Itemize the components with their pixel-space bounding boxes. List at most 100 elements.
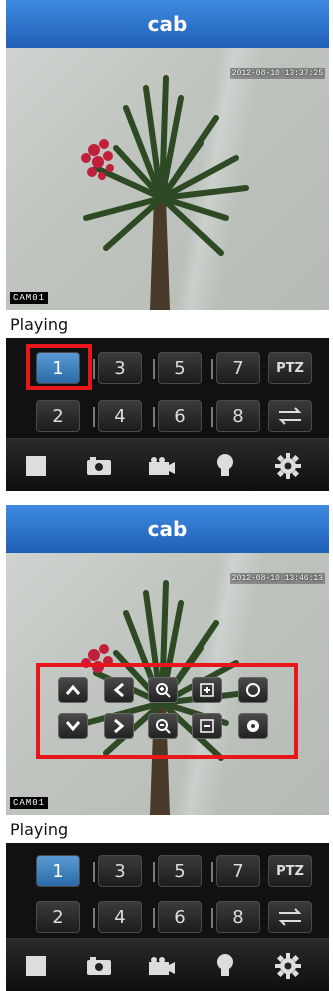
channel-grid: 1 3 5 7 PTZ 2 4 6 8 [6, 843, 329, 938]
channel-button-3[interactable]: 3 [93, 855, 142, 887]
ptz-iris-close-button[interactable] [238, 713, 268, 739]
channel-button-6[interactable]: 6 [153, 901, 202, 933]
channel-label: 7 [232, 860, 244, 882]
zoom-out-icon [156, 719, 171, 734]
channel-button-5[interactable]: 5 [153, 855, 202, 887]
ptz-down-button[interactable] [58, 713, 88, 739]
app-title: cab [147, 517, 188, 541]
iris-open-icon [246, 683, 260, 697]
app-title: cab [147, 12, 188, 36]
channel-label: 3 [114, 860, 126, 882]
camera-label: CAM01 [10, 797, 49, 809]
ptz-focus-in-button[interactable] [192, 677, 222, 703]
record-icon [149, 957, 175, 975]
timestamp: 2012-08-10 13:46:13 [229, 573, 325, 584]
snapshot-icon [87, 957, 111, 975]
channel-button-5[interactable]: 5 [153, 352, 202, 384]
ptz-button[interactable]: PTZ [268, 855, 312, 887]
light-button[interactable] [200, 949, 250, 983]
swap-icon [278, 407, 302, 425]
record-icon [149, 457, 175, 475]
channel-grid: 1 3 5 7 PTZ 2 4 6 8 [6, 338, 329, 438]
ptz-left-button[interactable] [104, 677, 134, 703]
status-bar: Playing [6, 815, 329, 843]
iris-close-icon [247, 720, 259, 732]
focus-in-icon [200, 683, 214, 697]
down-icon [65, 721, 81, 732]
channel-label: 6 [174, 405, 186, 427]
camera-label: CAM01 [10, 292, 49, 304]
ptz-up-button[interactable] [58, 677, 88, 703]
channel-button-7[interactable]: 7 [211, 352, 260, 384]
settings-icon [275, 453, 301, 479]
channel-button-1[interactable]: 1 [36, 855, 80, 887]
channel-label: 1 [52, 357, 64, 379]
title-bar: cab [6, 505, 329, 553]
channel-label: 7 [232, 357, 244, 379]
snapshot-button[interactable] [74, 449, 124, 483]
swap-button[interactable] [268, 901, 312, 933]
bottom-toolbar [6, 938, 329, 991]
swap-icon [278, 908, 302, 926]
channel-label: 8 [232, 906, 244, 928]
light-icon [217, 454, 233, 476]
settings-button[interactable] [263, 949, 313, 983]
channel-button-8[interactable]: 8 [211, 901, 260, 933]
focus-out-icon [200, 719, 214, 733]
ptz-label: PTZ [276, 863, 304, 879]
timestamp: 2012-08-10 13:37:25 [229, 68, 325, 79]
channel-button-8[interactable]: 8 [211, 400, 260, 432]
record-button[interactable] [137, 449, 187, 483]
ptz-button[interactable]: PTZ [268, 352, 312, 384]
channel-button-7[interactable]: 7 [211, 855, 260, 887]
channel-button-3[interactable]: 3 [93, 352, 142, 384]
channel-label: 5 [174, 860, 186, 882]
channel-label: 5 [174, 357, 186, 379]
left-icon [113, 682, 124, 698]
ptz-iris-open-button[interactable] [238, 677, 268, 703]
channel-label: 2 [52, 405, 64, 427]
stop-button[interactable] [11, 949, 61, 983]
status-bar: Playing [6, 310, 329, 338]
channel-label: 2 [52, 906, 64, 928]
video-view[interactable]: 2012-08-10 13:37:25 CAM01 [6, 48, 329, 310]
channel-button-4[interactable]: 4 [93, 901, 142, 933]
video-view[interactable]: 2012-08-10 13:46:13 CAM01 [6, 553, 329, 815]
channel-label: 4 [114, 906, 126, 928]
channel-button-6[interactable]: 6 [153, 400, 202, 432]
channel-label: 3 [114, 357, 126, 379]
zoom-in-icon [156, 683, 171, 698]
ptz-label: PTZ [276, 360, 304, 376]
channel-button-2[interactable]: 2 [36, 400, 80, 432]
channel-label: 6 [174, 906, 186, 928]
settings-button[interactable] [263, 449, 313, 483]
title-bar: cab [6, 0, 329, 48]
channel-label: 8 [232, 405, 244, 427]
swap-button[interactable] [268, 400, 312, 432]
up-icon [65, 684, 81, 695]
snapshot-icon [87, 457, 111, 475]
bottom-toolbar [6, 438, 329, 491]
plant-image [81, 75, 249, 310]
channel-button-2[interactable]: 2 [36, 901, 80, 933]
status-text: Playing [10, 314, 69, 334]
channel-button-1[interactable]: 1 [36, 352, 80, 384]
right-icon [114, 718, 125, 734]
stop-icon [26, 956, 46, 976]
channel-label: 1 [52, 860, 64, 882]
settings-icon [275, 953, 301, 979]
status-text: Playing [10, 819, 69, 839]
screen-1: cab 2012-08-10 13:37:25 CAM01 Playing 1 … [6, 0, 329, 491]
stop-button[interactable] [11, 449, 61, 483]
ptz-right-button[interactable] [104, 713, 134, 739]
channel-button-4[interactable]: 4 [93, 400, 142, 432]
light-icon [217, 954, 233, 976]
snapshot-button[interactable] [74, 949, 124, 983]
ptz-zoom-in-button[interactable] [148, 677, 178, 703]
channel-label: 4 [114, 405, 126, 427]
ptz-zoom-out-button[interactable] [148, 713, 178, 739]
record-button[interactable] [137, 949, 187, 983]
screen-2: cab 2012-08-10 13:46:13 CAM01 Playing 1 … [6, 505, 329, 991]
light-button[interactable] [200, 449, 250, 483]
ptz-focus-out-button[interactable] [192, 713, 222, 739]
